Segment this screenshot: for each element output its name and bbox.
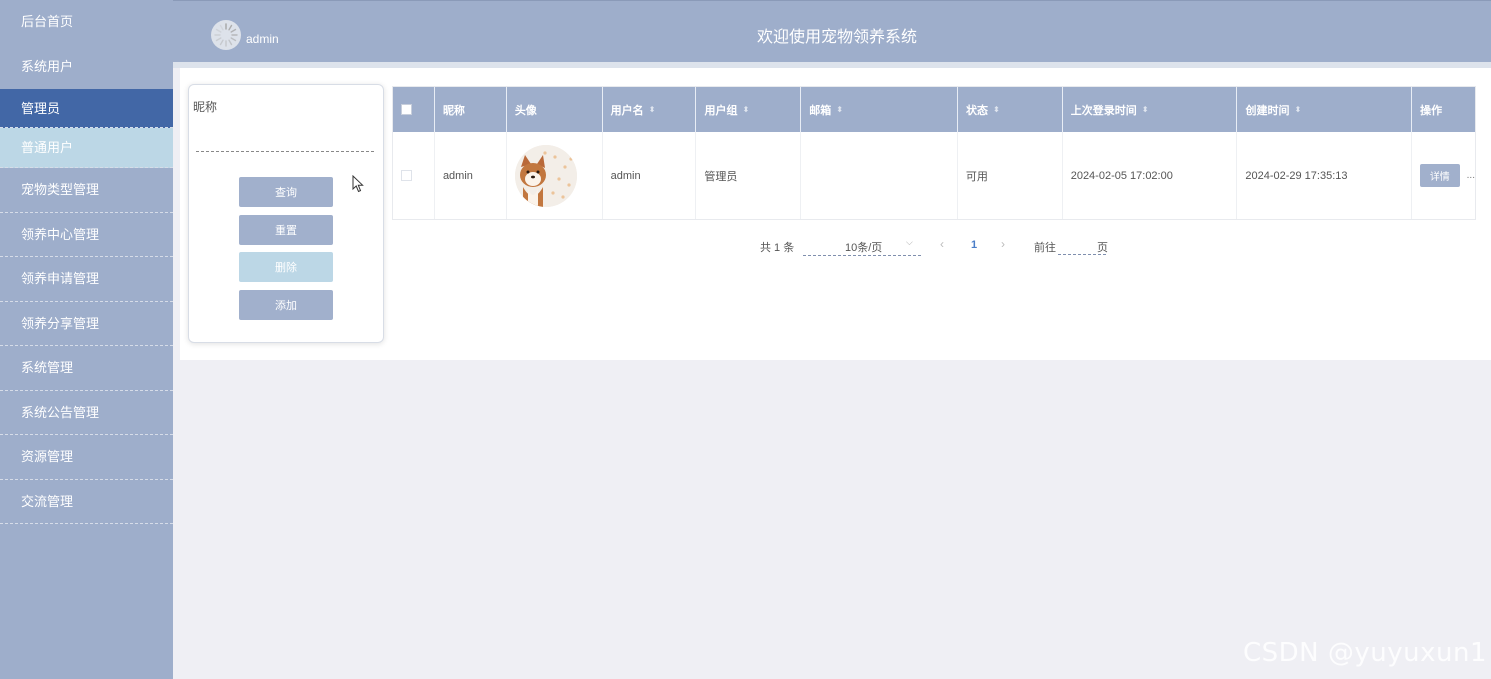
nickname-cell: admin [435,132,507,219]
column-header-last-login[interactable]: 上次登录时间 ⬍ [1063,87,1238,132]
search-panel: 昵称 查询 重置 删除 添加 [188,84,384,343]
nickname-search-input[interactable] [196,125,374,152]
sort-caret-icon[interactable]: ⬍ [993,105,1000,114]
add-button[interactable]: 添加 [239,290,333,320]
sidebar-item-adoption-applications[interactable]: 领养申请管理 [0,257,173,302]
column-header-status[interactable]: 状态 ⬍ [958,87,1063,132]
row-select-cell [393,132,435,219]
shiba-dog-icon [514,144,577,207]
delete-button[interactable]: 删除 [239,252,333,282]
sidebar-item-adoption-shares[interactable]: 领养分享管理 [0,302,173,346]
chevron-left-icon[interactable]: ‹ [940,237,944,251]
sort-caret-icon[interactable]: ⬍ [1142,105,1149,114]
query-button[interactable]: 查询 [239,177,333,207]
page-title: 欢迎使用宠物领养系统 [756,29,917,46]
actions-cell: 详情 ... [1412,132,1475,219]
users-table: 昵称 头像 用户名 ⬍ 用户组 ⬍ 邮箱 ⬍ 状态 ⬍ 上次登录时间 ⬍ 创建时间 ⬍ 操作… [392,86,1476,220]
page-unit-label: 页 [1097,242,1108,254]
sidebar-item-pet-types[interactable]: 宠物类型管理 [0,168,173,213]
column-header-avatar: 头像 [507,87,603,132]
chevron-down-icon: ⌵ [906,237,913,247]
sidebar-item-home[interactable]: 后台首页 [0,0,173,45]
sidebar-item-system-management[interactable]: 系统管理 [0,346,173,391]
goto-label: 前往 [1034,242,1056,254]
sidebar: 后台首页 系统用户 管理员 普通用户 宠物类型管理 领养中心管理 领养申请管理 … [0,0,173,679]
select-all-cell [393,87,435,132]
sort-caret-icon[interactable]: ⬍ [836,105,843,114]
nickname-label: 昵称 [193,100,218,114]
sidebar-item-normal-users[interactable]: 普通用户 [0,128,173,168]
created-cell: 2024-02-29 17:35:13 [1237,132,1412,219]
column-header-group[interactable]: 用户组 ⬍ [696,87,802,132]
sort-caret-icon[interactable]: ⬍ [1294,105,1301,114]
reset-button[interactable]: 重置 [239,215,333,245]
username-cell: admin [603,132,697,219]
page-size-value: 10条/页 [845,242,883,254]
sidebar-item-system-users[interactable]: 系统用户 [0,45,173,90]
main-content: 昵称 查询 重置 删除 添加 昵称 头像 用户名 ⬍ 用户组 ⬍ 邮箱 ⬍ 状态 ⬍ 上… [180,68,1491,360]
table-header: 昵称 头像 用户名 ⬍ 用户组 ⬍ 邮箱 ⬍ 状态 ⬍ 上次登录时间 ⬍ 创建时间 ⬍ 操作 [393,87,1475,132]
status-cell: 可用 [958,132,1063,219]
row-checkbox[interactable] [401,170,412,181]
column-header-username[interactable]: 用户名 ⬍ [603,87,697,132]
chevron-right-icon[interactable]: › [1001,237,1005,251]
avatar-cell [507,132,603,219]
sidebar-item-resources[interactable]: 资源管理 [0,435,173,480]
top-header: admin 欢迎使用宠物领养系统 [173,0,1491,62]
detail-button[interactable]: 详情 [1419,164,1460,187]
pagination-total: 共 1 条 [760,242,795,254]
sidebar-item-announcements[interactable]: 系统公告管理 [0,391,173,435]
column-header-email[interactable]: 邮箱 ⬍ [801,87,958,132]
table-row: admin admin 管理员 可用 2024-02-05 17:02:00 2… [393,132,1475,219]
column-header-created[interactable]: 创建时间 ⬍ [1237,87,1413,132]
column-header-actions: 操作 [1420,104,1443,117]
select-all-checkbox[interactable] [401,104,412,115]
more-actions[interactable]: ... [1467,170,1475,181]
watermark: CSDN @yuyuxun1 [1242,638,1487,668]
pet-avatar-image [514,144,577,207]
sort-caret-icon[interactable]: ⬍ [742,105,749,114]
page-number-current[interactable]: 1 [971,239,977,251]
sidebar-item-admin[interactable]: 管理员 [0,89,173,128]
column-header-nickname: 昵称 [435,87,507,132]
email-cell [801,132,958,219]
group-cell: 管理员 [696,132,802,219]
sidebar-item-adoption-center[interactable]: 领养中心管理 [0,213,173,257]
sort-caret-icon[interactable]: ⬍ [649,105,656,114]
last-login-cell: 2024-02-05 17:02:00 [1063,132,1238,219]
sidebar-item-communication[interactable]: 交流管理 [0,480,173,524]
page-size-select[interactable]: 10条/页 ⌵ [803,234,921,256]
mouse-cursor-icon [352,175,364,193]
